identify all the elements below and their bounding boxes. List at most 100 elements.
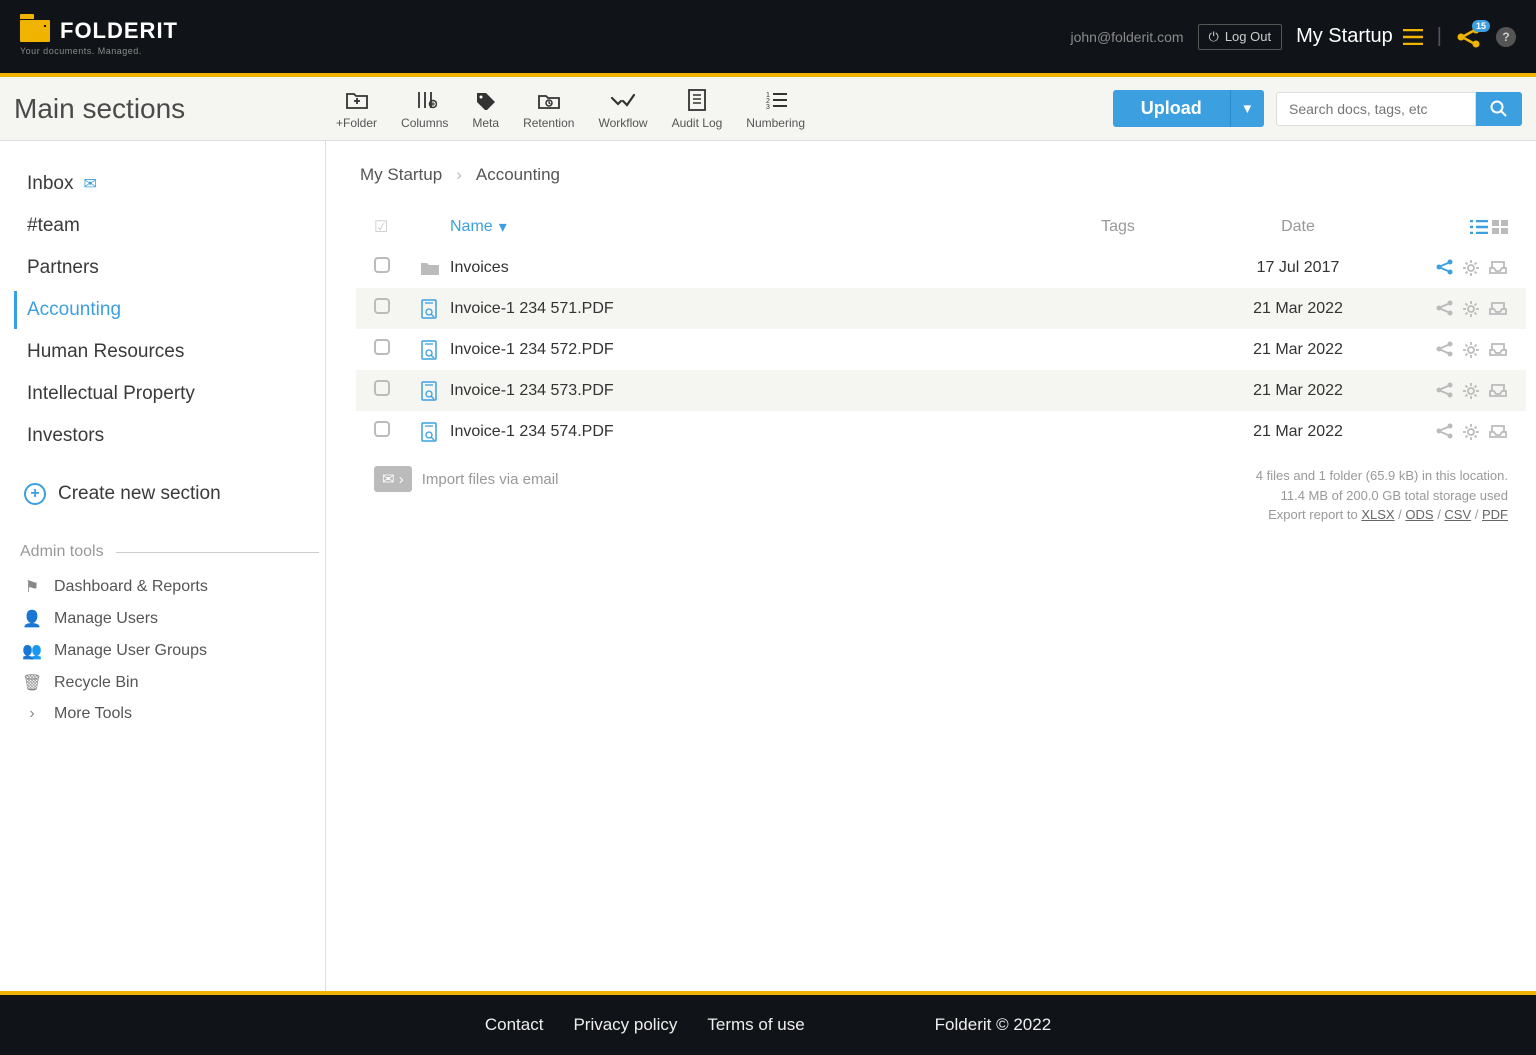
admin-item-moretools[interactable]: ›More Tools xyxy=(14,699,325,729)
table-row[interactable]: Invoice-1 234 572.PDF 21 Mar 2022 xyxy=(356,329,1526,370)
mail-icon: ✉ › xyxy=(374,466,412,492)
row-name: Invoice-1 234 572.PDF xyxy=(450,341,1038,359)
row-checkbox[interactable] xyxy=(374,298,390,314)
settings-action[interactable] xyxy=(1462,382,1480,400)
admin-item-dashboardreports[interactable]: ⚑Dashboard & Reports xyxy=(14,571,325,603)
folder-icon xyxy=(420,260,450,276)
footer-link-termsofuse[interactable]: Terms of use xyxy=(707,1015,804,1034)
tool-folder[interactable]: +Folder xyxy=(326,88,387,130)
row-date: 21 Mar 2022 xyxy=(1198,423,1398,441)
share-action[interactable] xyxy=(1436,300,1454,318)
tool-auditlog[interactable]: Audit Log xyxy=(662,88,733,130)
sidebar-item-investors[interactable]: Investors xyxy=(14,417,325,455)
tray-action[interactable] xyxy=(1488,341,1508,359)
tool-icon xyxy=(610,88,636,112)
list-view-toggle[interactable] xyxy=(1470,220,1488,234)
main-content: My Startup › Accounting ☑ Name ▾ Tags Da… xyxy=(326,141,1536,991)
caret-down-icon: ▾ xyxy=(499,217,507,237)
file-icon xyxy=(420,422,450,442)
admin-icon: ⚑ xyxy=(22,577,42,597)
plus-icon: + xyxy=(24,483,46,505)
logo[interactable]: FOLDERIT Your documents. Managed. xyxy=(20,18,178,56)
select-all-checkbox[interactable]: ☑ xyxy=(374,219,388,236)
share-notifications[interactable]: 15 xyxy=(1456,26,1482,48)
row-name: Invoices xyxy=(450,259,1038,277)
table-row[interactable]: Invoices17 Jul 2017 xyxy=(356,247,1526,288)
table-row[interactable]: Invoice-1 234 574.PDF 21 Mar 2022 xyxy=(356,411,1526,452)
column-tags[interactable]: Tags xyxy=(1038,218,1198,236)
search-button[interactable] xyxy=(1476,92,1522,126)
breadcrumb-root[interactable]: My Startup xyxy=(360,165,442,185)
sidebar-item-intellectualproperty[interactable]: Intellectual Property xyxy=(14,375,325,413)
row-checkbox[interactable] xyxy=(374,257,390,273)
brand-tagline: Your documents. Managed. xyxy=(20,46,178,56)
share-action[interactable] xyxy=(1436,341,1454,359)
file-icon xyxy=(420,340,450,360)
sidebar-item-humanresources[interactable]: Human Resources xyxy=(14,333,325,371)
logo-icon xyxy=(20,20,50,42)
export-pdf[interactable]: PDF xyxy=(1482,507,1508,522)
tray-action[interactable] xyxy=(1488,382,1508,400)
settings-action[interactable] xyxy=(1462,423,1480,441)
tray-action[interactable] xyxy=(1488,259,1508,277)
row-checkbox[interactable] xyxy=(374,380,390,396)
column-date[interactable]: Date xyxy=(1198,218,1398,236)
account-switcher[interactable]: My Startup xyxy=(1296,25,1423,48)
account-name: My Startup xyxy=(1296,25,1393,48)
app-header: FOLDERIT Your documents. Managed. john@f… xyxy=(0,0,1536,77)
tool-meta[interactable]: Meta xyxy=(462,88,509,130)
row-name: Invoice-1 234 571.PDF xyxy=(450,300,1038,318)
sidebar-item-accounting[interactable]: Accounting xyxy=(14,291,325,329)
tool-workflow[interactable]: Workflow xyxy=(588,88,657,130)
admin-item-recyclebin[interactable]: 🗑Recycle Bin xyxy=(14,667,325,699)
tool-retention[interactable]: Retention xyxy=(513,88,584,130)
tray-action[interactable] xyxy=(1488,300,1508,318)
help-button[interactable]: ? xyxy=(1496,27,1516,47)
chevron-right-icon: › xyxy=(456,165,462,185)
import-via-email[interactable]: ✉ › Import files via email xyxy=(374,466,558,492)
export-csv[interactable]: CSV xyxy=(1444,507,1471,522)
tool-columns[interactable]: Columns xyxy=(391,88,458,130)
row-name: Invoice-1 234 574.PDF xyxy=(450,423,1038,441)
tool-icon xyxy=(413,88,437,112)
footer-link-contact[interactable]: Contact xyxy=(485,1015,544,1034)
export-ods[interactable]: ODS xyxy=(1405,507,1433,522)
row-checkbox[interactable] xyxy=(374,339,390,355)
logout-button[interactable]: ⏻ Log Out xyxy=(1198,24,1283,50)
sidebar-item-team[interactable]: #team xyxy=(14,207,325,245)
sidebar-item-inbox[interactable]: Inbox✉ xyxy=(14,165,325,203)
tool-icon xyxy=(474,88,498,112)
list-header: ☑ Name ▾ Tags Date xyxy=(356,207,1526,247)
admin-item-manageusergroups[interactable]: 👥Manage User Groups xyxy=(14,635,325,667)
brand-name: FOLDERIT xyxy=(60,18,178,44)
settings-action[interactable] xyxy=(1462,259,1480,277)
create-section-button[interactable]: + Create new section xyxy=(14,465,325,523)
tool-icon xyxy=(687,88,707,112)
share-action[interactable] xyxy=(1436,423,1454,441)
breadcrumb-current[interactable]: Accounting xyxy=(476,165,560,185)
sidebar-item-partners[interactable]: Partners xyxy=(14,249,325,287)
share-action[interactable] xyxy=(1436,259,1454,277)
settings-action[interactable] xyxy=(1462,300,1480,318)
tool-numbering[interactable]: 123Numbering xyxy=(736,88,815,130)
row-date: 21 Mar 2022 xyxy=(1198,382,1398,400)
admin-item-manageusers[interactable]: 👤Manage Users xyxy=(14,603,325,635)
row-checkbox[interactable] xyxy=(374,421,390,437)
page-title: Main sections xyxy=(14,93,326,125)
breadcrumb: My Startup › Accounting xyxy=(356,165,1526,185)
grid-view-toggle[interactable] xyxy=(1492,220,1508,234)
export-xlsx[interactable]: XLSX xyxy=(1361,507,1394,522)
admin-icon: 👤 xyxy=(22,609,42,629)
sort-by-name[interactable]: Name ▾ xyxy=(450,217,1038,237)
tool-icon xyxy=(537,88,561,112)
row-date: 21 Mar 2022 xyxy=(1198,341,1398,359)
settings-action[interactable] xyxy=(1462,341,1480,359)
footer-link-privacypolicy[interactable]: Privacy policy xyxy=(573,1015,677,1034)
search-input[interactable] xyxy=(1276,92,1476,126)
share-action[interactable] xyxy=(1436,382,1454,400)
upload-dropdown[interactable]: ▼ xyxy=(1230,90,1264,127)
tray-action[interactable] xyxy=(1488,423,1508,441)
upload-button[interactable]: Upload xyxy=(1113,90,1230,127)
table-row[interactable]: Invoice-1 234 573.PDF21 Mar 2022 xyxy=(356,370,1526,411)
table-row[interactable]: Invoice-1 234 571.PDF21 Mar 2022 xyxy=(356,288,1526,329)
